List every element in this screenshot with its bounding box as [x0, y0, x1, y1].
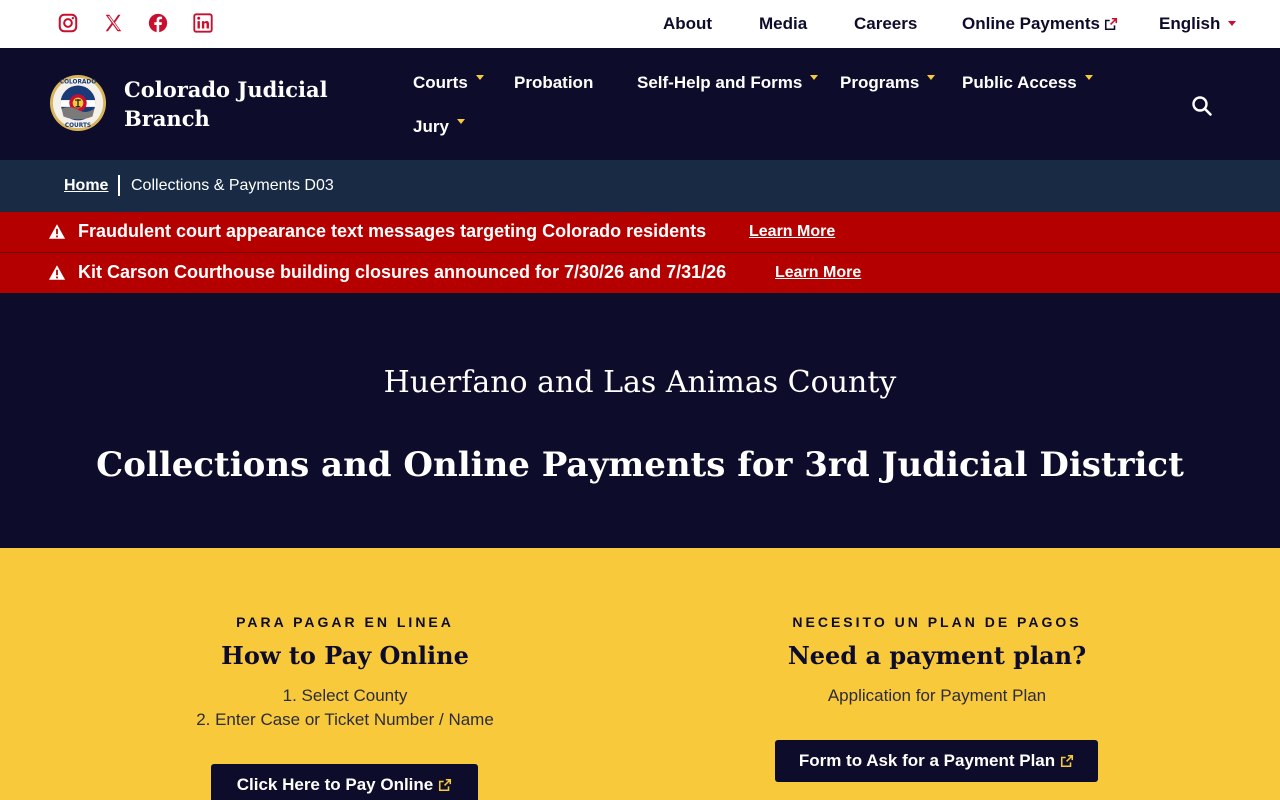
- nav-programs-label: Programs: [840, 73, 920, 92]
- chevron-down-icon: [810, 75, 819, 80]
- nav-probation[interactable]: Probation: [514, 73, 593, 93]
- hero-banner: Huerfano and Las Animas County Collectio…: [0, 293, 1280, 548]
- careers-link[interactable]: Careers: [854, 14, 917, 34]
- payment-plan-heading: Need a payment plan?: [787, 641, 1087, 670]
- site-title-line2: Branch: [124, 106, 210, 131]
- online-payments-link[interactable]: Online Payments: [962, 14, 1118, 34]
- nav-self-help-label: Self-Help and Forms: [637, 73, 803, 92]
- chevron-down-icon: [475, 75, 484, 80]
- nav-jury-label: Jury: [413, 117, 449, 136]
- site-title-line1: Colorado Judicial: [124, 77, 328, 102]
- nav-courts-label: Courts: [413, 73, 468, 92]
- linkedin-icon[interactable]: [192, 12, 214, 34]
- pay-online-eyebrow: PARA PAGAR EN LINEA: [236, 614, 454, 630]
- pay-online-button[interactable]: Click Here to Pay Online: [211, 764, 478, 800]
- nav-public-access[interactable]: Public Access: [962, 73, 1093, 93]
- language-selector[interactable]: English: [1159, 14, 1237, 34]
- media-link[interactable]: Media: [759, 14, 807, 34]
- alert-banner-fraud: Fraudulent court appearance text message…: [0, 212, 1280, 253]
- svg-text:COLORADO: COLORADO: [60, 80, 96, 86]
- nav-programs[interactable]: Programs: [840, 73, 936, 93]
- chevron-down-icon: [1084, 75, 1093, 80]
- payment-plan-description: Application for Payment Plan: [827, 686, 1047, 705]
- x-twitter-icon[interactable]: [102, 12, 124, 34]
- pay-online-step-1: 1. Select County: [282, 686, 408, 705]
- nav-jury[interactable]: Jury: [413, 117, 465, 137]
- alert-learn-more-link[interactable]: Learn More: [775, 264, 861, 282]
- nav-public-access-label: Public Access: [962, 73, 1077, 92]
- external-link-icon: [1061, 754, 1074, 768]
- svg-text:COURTS: COURTS: [65, 123, 91, 129]
- hero-subtitle: Huerfano and Las Animas County: [383, 365, 897, 400]
- external-link-icon: [439, 778, 452, 792]
- instagram-icon[interactable]: [57, 12, 79, 34]
- about-link[interactable]: About: [663, 14, 712, 34]
- language-label: English: [1159, 14, 1221, 33]
- chevron-down-icon: [1228, 21, 1237, 26]
- facebook-icon[interactable]: [147, 12, 169, 34]
- chevron-down-icon: [456, 119, 465, 124]
- search-icon[interactable]: [1190, 94, 1214, 118]
- external-link-icon: [1104, 17, 1117, 31]
- pay-online-heading: How to Pay Online: [221, 641, 469, 670]
- pay-online-step-2: 2. Enter Case or Ticket Number / Name: [196, 710, 494, 729]
- alert-banner-closure: Kit Carson Courthouse building closures …: [0, 253, 1280, 293]
- chevron-down-icon: [927, 75, 936, 80]
- payment-plan-button-label: Form to Ask for a Payment Plan: [798, 751, 1056, 770]
- site-title[interactable]: Colorado Judicial Branch: [124, 75, 344, 133]
- utility-bar: About Media Careers Online Payments Engl…: [0, 0, 1280, 48]
- payment-plan-eyebrow: NECESITO UN PLAN DE PAGOS: [792, 614, 1082, 630]
- online-payments-label: Online Payments: [962, 14, 1100, 33]
- alert-message: Fraudulent court appearance text message…: [78, 221, 707, 241]
- alert-learn-more-link[interactable]: Learn More: [749, 223, 835, 241]
- nav-courts[interactable]: Courts: [413, 73, 484, 93]
- nav-probation-label: Probation: [514, 73, 594, 92]
- page-title: Collections and Online Payments for 3rd …: [96, 445, 1184, 485]
- warning-icon: [48, 265, 66, 280]
- payment-options-section: PARA PAGAR EN LINEA How to Pay Online 1.…: [0, 548, 1280, 800]
- warning-icon: [48, 224, 66, 239]
- main-header: COLORADO COURTS Colorado Judicial Branch…: [0, 48, 1280, 160]
- breadcrumb-home-link[interactable]: Home: [64, 177, 108, 195]
- payment-plan-form-button[interactable]: Form to Ask for a Payment Plan: [775, 740, 1098, 782]
- nav-self-help[interactable]: Self-Help and Forms: [637, 73, 819, 93]
- alert-message: Kit Carson Courthouse building closures …: [78, 262, 727, 282]
- pay-online-button-label: Click Here to Pay Online: [236, 775, 434, 794]
- colorado-courts-seal-logo[interactable]: COLORADO COURTS: [49, 74, 107, 132]
- breadcrumb-current: Collections & Payments D03: [131, 177, 334, 194]
- breadcrumb-separator: [118, 175, 120, 196]
- breadcrumb: Home Collections & Payments D03: [0, 160, 1280, 212]
